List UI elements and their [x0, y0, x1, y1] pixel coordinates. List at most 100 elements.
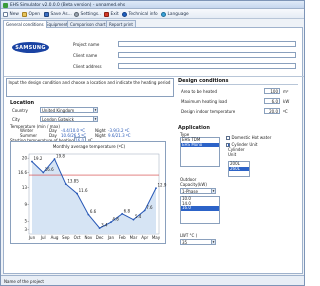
x-tick-label: Aug — [51, 235, 59, 240]
area-unit: m² — [283, 89, 289, 94]
capacity-option[interactable]: 16.0 — [181, 206, 219, 211]
x-tick-label: Mar — [130, 235, 138, 240]
indoor-temp-input[interactable]: 20.0 — [264, 108, 280, 114]
exit-button[interactable]: Exit — [104, 11, 119, 18]
x-tick-label: Jul — [40, 235, 46, 240]
indoor-temp-label: Design indoor temperature — [181, 109, 236, 114]
data-label: 11.6 — [79, 188, 88, 193]
x-tick-label: Jan — [107, 235, 115, 240]
city-select[interactable]: London Gatwick ▾ — [40, 116, 98, 122]
y-tick-label: 3 — [24, 227, 27, 232]
samsung-logo: SAMSUNG — [12, 42, 49, 53]
general-conditions-panel: SAMSUNG Project name Client name Client … — [3, 27, 304, 274]
main-window: EHS Simulator v2.0.0.0 (Beta version) - … — [0, 0, 305, 286]
summer-night-temp: 9.6/21.3 ºC — [108, 132, 131, 138]
tab-report-print[interactable]: Report print — [106, 20, 136, 27]
type-listbox[interactable]: EHS TDM EHS Mono — [180, 137, 220, 167]
gear-icon — [74, 11, 79, 17]
heating-load-unit: kW — [283, 99, 290, 104]
x-tick-label: Nov — [84, 235, 92, 240]
client-address-input[interactable] — [118, 63, 296, 69]
lwt-label: LWT °C ) — [180, 233, 198, 238]
save-as-button[interactable]: Save As... — [44, 11, 72, 18]
tab-comparison-chart[interactable]: Comparison chart — [67, 20, 109, 27]
new-file-icon — [3, 11, 8, 17]
folder-icon — [22, 11, 27, 17]
x-tick-label: Feb — [119, 235, 127, 240]
open-button[interactable]: Open — [22, 11, 40, 18]
separator — [178, 84, 298, 85]
data-label: 5.4 — [135, 214, 142, 219]
chart-title: Monthly average temperature (ºC) — [52, 144, 126, 149]
save-icon — [44, 11, 49, 17]
cylinder-listbox[interactable]: 200L 260L — [228, 161, 250, 177]
cylinder-label: Cylinder Unit — [228, 147, 245, 157]
data-label: 16.6 — [45, 167, 54, 172]
language-button[interactable]: Language — [161, 11, 189, 18]
status-text: Name of the project — [4, 279, 44, 284]
summer-night-label: Night — [95, 132, 106, 138]
country-label: Country — [12, 108, 28, 113]
title-bar: EHS Simulator v2.0.0.0 (Beta version) - … — [1, 1, 304, 9]
client-name-input[interactable] — [118, 52, 296, 58]
cylinder-option[interactable]: 260L — [229, 166, 249, 172]
client-name-label: Client name — [73, 53, 98, 58]
indoor-temp-unit: ºC — [283, 109, 288, 114]
y-tick-label: 5 — [24, 219, 27, 224]
y-tick-label: 16.6 — [18, 170, 27, 175]
lwt-select[interactable]: 35 ▾ — [180, 239, 216, 245]
checkbox-icon — [226, 135, 230, 140]
new-button[interactable]: New — [3, 11, 19, 18]
country-select[interactable]: United Kingdom ▾ — [40, 107, 98, 113]
settings-button[interactable]: Settings.. — [74, 11, 101, 18]
application-title: Application — [178, 125, 210, 131]
instruction-text: Input the design condition and choose a … — [6, 78, 174, 97]
heating-load-label: Maximum heating load — [181, 99, 228, 104]
separator — [4, 76, 304, 77]
status-bar: Name of the project — [1, 275, 304, 285]
temperature-chart: 20 16.6 13 9 5 3 19.2 16.6 19.8 13.85 11.6 6.6 3.4 4.… — [10, 141, 167, 244]
area-input[interactable]: 100 — [264, 88, 280, 94]
y-tick-label: 20 — [22, 156, 28, 161]
app-icon — [3, 2, 8, 8]
x-tick-label: Sep — [62, 235, 70, 240]
x-tick-label: Apr — [141, 235, 148, 240]
checkbox-checked-icon — [226, 142, 230, 147]
area-label: Area to be heated — [181, 89, 218, 94]
technical-info-button[interactable]: Technical info — [122, 11, 158, 18]
heating-load-input[interactable]: 6.0 — [264, 98, 280, 104]
x-tick-label: Oct — [74, 235, 81, 240]
data-label: 6.6 — [90, 209, 97, 214]
data-label: 13.85 — [67, 179, 79, 184]
tab-strip: General conditions Equipment Comparison … — [3, 20, 303, 28]
chevron-down-icon: ▾ — [211, 240, 215, 244]
tab-general-conditions[interactable]: General conditions — [3, 20, 47, 28]
outdoor-capacity-label: Outdoor Capacity(kW) — [180, 177, 207, 187]
chevron-down-icon: ▾ — [93, 117, 97, 121]
data-label: 4.8 — [112, 217, 119, 222]
city-label: City — [12, 117, 20, 122]
toolbar: New Open Save As... Settings.. Exit Tech… — [1, 9, 304, 19]
data-label: 19.2 — [34, 156, 43, 161]
data-label: 7.6 — [146, 205, 153, 210]
x-tick-label: Jun — [28, 235, 36, 240]
globe-icon — [161, 11, 166, 17]
data-label: 12.9 — [158, 183, 167, 188]
y-tick-label: 9 — [24, 202, 27, 207]
y-tick-label: 13 — [22, 185, 28, 190]
client-address-label: Client address — [73, 64, 102, 69]
type-option[interactable]: EHS Mono — [181, 142, 219, 148]
phase-select[interactable]: 1-Phase ▾ — [180, 188, 216, 194]
domestic-hot-water-checkbox[interactable]: Domestic Hot water — [226, 135, 271, 140]
window-title: EHS Simulator v2.0.0.0 (Beta version) - … — [10, 2, 126, 8]
project-name-input[interactable] — [118, 41, 296, 47]
data-label: 6.8 — [124, 208, 131, 213]
chart-canvas: 20 16.6 13 9 5 3 19.2 16.6 19.8 13.8511.6 6.6 3.4 4.… — [18, 154, 167, 240]
capacity-listbox[interactable]: 10.0 14.0 16.0 — [180, 196, 220, 224]
x-tick-label: Dec — [96, 235, 104, 240]
location-title: Location — [10, 100, 35, 106]
info-icon — [122, 11, 127, 17]
data-label: 3.4 — [101, 223, 108, 228]
data-label: 19.8 — [56, 154, 65, 159]
exit-icon — [104, 11, 109, 17]
